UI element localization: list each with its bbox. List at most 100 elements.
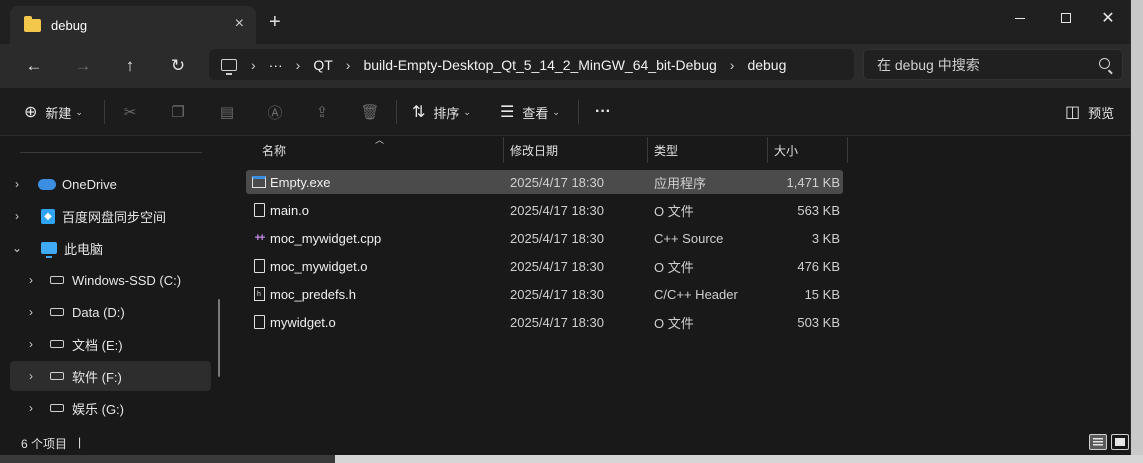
table-row[interactable]: ++ moc_mywidget.cpp 2025/4/17 18:30 C++ … — [246, 226, 843, 250]
minimize-button[interactable] — [997, 4, 1043, 32]
breadcrumb-qt[interactable]: QT — [313, 57, 332, 73]
refresh-button[interactable]: ↻ — [166, 54, 190, 78]
rename-icon[interactable]: Ⓐ — [263, 100, 287, 124]
tab-debug[interactable]: debug × — [10, 6, 256, 44]
navigation-pane: › OneDrive › ◆ 百度网盘同步空间 ⌄ 此电脑 › Windows-… — [0, 137, 230, 429]
table-row[interactable]: Empty.exe 2025/4/17 18:30 应用程序 1,471 KB — [246, 170, 843, 194]
up-button[interactable]: ↑ — [118, 54, 142, 78]
file-size: 503 KB — [797, 314, 840, 330]
background-window-strip — [1131, 0, 1143, 463]
large-icons-view-button[interactable] — [1111, 434, 1129, 450]
more-options-button[interactable]: ··· — [595, 100, 611, 124]
search-icon — [1099, 58, 1110, 69]
file-type: C/C++ Header — [654, 286, 738, 302]
column-divider[interactable] — [503, 137, 504, 163]
baidu-netdisk-icon: ◆ — [41, 208, 55, 224]
table-row[interactable]: h moc_predefs.h 2025/4/17 18:30 C/C++ He… — [246, 282, 843, 306]
file-icon — [252, 314, 266, 330]
command-bar: ⊕ 新建 ⌄ ✂ ❐ ▤ Ⓐ ⇪ 🗑 ⇅ 排序 ⌄ ☰ 查看 ⌄ ··· ◫ 预… — [0, 88, 1130, 136]
column-divider[interactable] — [847, 137, 848, 163]
sort-button[interactable]: ⇅ 排序 ⌄ — [412, 100, 471, 124]
search-box[interactable]: 在 debug 中搜索 — [863, 49, 1123, 80]
status-separator: | — [78, 435, 82, 449]
file-date: 2025/4/17 18:30 — [510, 314, 604, 330]
sidebar-item-drive-c[interactable]: › Windows-SSD (C:) — [10, 265, 211, 295]
back-button[interactable]: ← — [22, 54, 46, 78]
copy-icon[interactable]: ❐ — [166, 100, 190, 124]
close-button[interactable]: ✕ — [1085, 4, 1130, 32]
cpp-icon: ++ — [254, 232, 266, 244]
file-type: 应用程序 — [654, 175, 707, 191]
delete-icon[interactable]: 🗑 — [358, 100, 382, 124]
chevron-down-icon[interactable]: ⌄ — [10, 241, 24, 255]
table-row[interactable]: main.o 2025/4/17 18:30 O 文件 563 KB — [246, 198, 843, 222]
sort-ascending-icon: ︿ — [375, 135, 385, 145]
toolbar-divider — [578, 100, 579, 124]
share-icon[interactable]: ⇪ — [310, 100, 334, 124]
preview-pane-button[interactable]: ◫ 预览 — [1065, 100, 1114, 124]
chevron-right-icon[interactable]: › — [24, 305, 38, 319]
file-name: Empty.exe — [270, 174, 331, 190]
sidebar-item-onedrive[interactable]: › OneDrive — [10, 169, 211, 199]
file-size: 15 KB — [804, 286, 840, 302]
file-type: O 文件 — [654, 203, 694, 219]
chevron-right-icon[interactable]: › — [24, 337, 38, 351]
maximize-icon — [1061, 13, 1071, 23]
details-view-button[interactable] — [1089, 434, 1107, 450]
chevron-down-icon: ⌄ — [75, 106, 83, 117]
sort-icon: ⇅ — [412, 104, 426, 121]
breadcrumb-build-folder[interactable]: build-Empty-Desktop_Qt_5_14_2_MinGW_64_b… — [363, 57, 716, 73]
chevron-down-icon: ⌄ — [552, 106, 560, 117]
sidebar-item-drive-e[interactable]: › 文档 (E:) — [10, 329, 211, 359]
column-divider[interactable] — [647, 137, 648, 163]
tab-close-icon[interactable]: × — [235, 15, 244, 33]
new-tab-button[interactable]: + — [269, 12, 281, 32]
column-header-size[interactable]: 大小 — [774, 137, 798, 163]
sidebar-item-label: 娱乐 (G:) — [72, 401, 124, 417]
sidebar-item-drive-d[interactable]: › Data (D:) — [10, 297, 211, 327]
file-type: O 文件 — [654, 259, 694, 275]
breadcrumb-more[interactable]: ··· — [269, 57, 283, 73]
view-button[interactable]: ☰ 查看 ⌄ — [500, 100, 560, 124]
sidebar-item-baidu-netdisk[interactable]: › ◆ 百度网盘同步空间 — [10, 201, 211, 231]
forward-button[interactable]: → — [71, 54, 95, 78]
drive-icon — [50, 308, 64, 316]
cut-icon[interactable]: ✂ — [118, 100, 142, 124]
drive-icon — [50, 340, 64, 348]
new-button[interactable]: ⊕ 新建 ⌄ — [24, 100, 83, 124]
preview-label: 预览 — [1088, 105, 1115, 121]
file-name: mywidget.o — [270, 314, 336, 330]
table-row[interactable]: mywidget.o 2025/4/17 18:30 O 文件 503 KB — [246, 310, 843, 334]
chevron-right-icon[interactable]: › — [24, 369, 38, 383]
sidebar-item-this-pc[interactable]: ⌄ 此电脑 — [10, 233, 211, 263]
header-file-icon: h — [252, 286, 266, 302]
chevron-right-icon[interactable]: › — [10, 177, 24, 191]
sidebar-item-drive-f[interactable]: › 软件 (F:) — [10, 361, 211, 391]
preview-pane-icon: ◫ — [1065, 104, 1081, 121]
column-header-name[interactable]: 名称 — [262, 137, 286, 163]
maximize-button[interactable] — [1043, 4, 1089, 32]
paste-icon[interactable]: ▤ — [215, 100, 239, 124]
table-row[interactable]: moc_mywidget.o 2025/4/17 18:30 O 文件 476 … — [246, 254, 843, 278]
file-name: moc_mywidget.cpp — [270, 230, 382, 246]
breadcrumb-separator: › — [251, 56, 256, 73]
sidebar-item-label: Data (D:) — [72, 304, 125, 320]
chevron-right-icon[interactable]: › — [10, 209, 24, 223]
column-divider[interactable] — [767, 137, 768, 163]
breadcrumb-debug[interactable]: debug — [747, 57, 786, 73]
sidebar-scrollbar[interactable] — [218, 299, 220, 377]
file-size: 563 KB — [797, 202, 840, 218]
chevron-right-icon[interactable]: › — [24, 273, 38, 287]
column-header-date[interactable]: 修改日期 — [510, 137, 558, 163]
file-date: 2025/4/17 18:30 — [510, 258, 604, 274]
column-header-type[interactable]: 类型 — [654, 137, 678, 163]
sidebar-item-drive-g[interactable]: › 娱乐 (G:) — [10, 393, 211, 423]
toolbar-divider — [396, 100, 397, 124]
chevron-right-icon[interactable]: › — [24, 401, 38, 415]
this-pc-icon — [41, 242, 57, 258]
file-date: 2025/4/17 18:30 — [510, 174, 604, 190]
file-explorer-window: debug × + ✕ ← → ↑ ↻ › ··· › QT › build-E… — [0, 0, 1131, 455]
onedrive-icon — [38, 178, 56, 190]
file-size: 3 KB — [811, 230, 840, 246]
address-bar[interactable]: › ··· › QT › build-Empty-Desktop_Qt_5_14… — [209, 49, 854, 80]
